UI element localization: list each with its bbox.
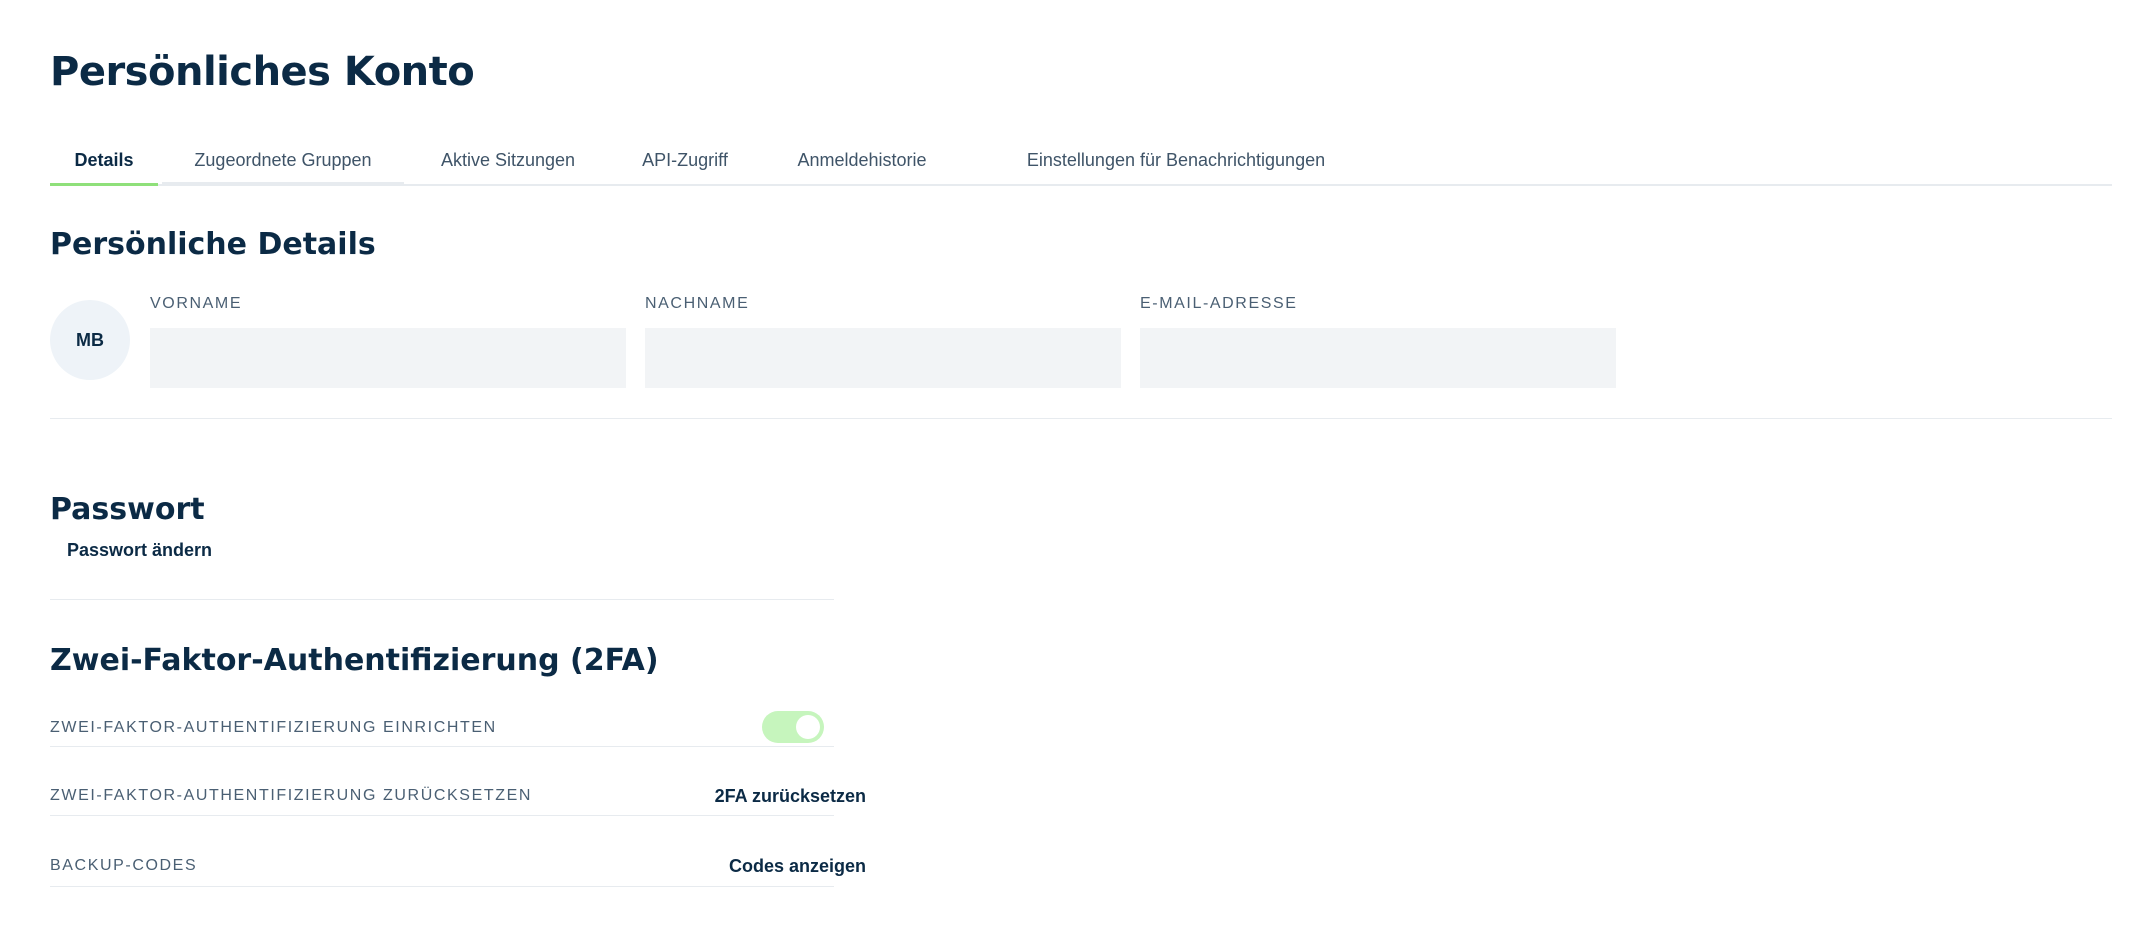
page-title: Persönliches Konto bbox=[50, 49, 475, 95]
reset-2fa-label: ZWEI-FAKTOR-AUTHENTIFIZIERUNG ZURÜCKSETZ… bbox=[50, 787, 533, 804]
password-title: Passwort bbox=[50, 492, 205, 527]
avatar-initials: MB bbox=[76, 329, 104, 350]
toggle-knob bbox=[796, 715, 820, 739]
section-divider bbox=[50, 599, 834, 600]
tab-bar: Details Zugeordnete Gruppen Aktive Sitzu… bbox=[50, 136, 2112, 186]
last-name-label: NACHNAME bbox=[645, 295, 750, 312]
account-page: Persönliches Konto Details Zugeordnete G… bbox=[50, 0, 2112, 939]
tab-api-access[interactable]: API-Zugriff bbox=[612, 136, 758, 186]
setup-2fa-label: ZWEI-FAKTOR-AUTHENTIFIZIERUNG EINRICHTEN bbox=[50, 719, 497, 736]
tab-login-history[interactable]: Anmeldehistorie bbox=[762, 136, 962, 186]
change-password-button[interactable]: Passwort ändern bbox=[67, 538, 212, 562]
show-codes-button[interactable]: Codes anzeigen bbox=[729, 854, 866, 878]
row-divider bbox=[50, 886, 834, 887]
tab-active-sessions[interactable]: Aktive Sitzungen bbox=[408, 136, 608, 186]
email-label: E-MAIL-ADRESSE bbox=[1140, 295, 1298, 312]
first-name-label: VORNAME bbox=[150, 295, 243, 312]
reset-2fa-button[interactable]: 2FA zurücksetzen bbox=[715, 784, 866, 808]
last-name-field: NACHNAME bbox=[645, 294, 1121, 388]
personal-details-title: Persönliche Details bbox=[50, 227, 376, 262]
avatar: MB bbox=[50, 300, 130, 380]
section-divider bbox=[50, 418, 2112, 419]
tab-assigned-groups[interactable]: Zugeordnete Gruppen bbox=[162, 136, 404, 186]
backup-codes-label: BACKUP-CODES bbox=[50, 857, 198, 874]
tab-details[interactable]: Details bbox=[50, 136, 158, 186]
email-field: E-MAIL-ADRESSE bbox=[1140, 294, 1616, 388]
row-divider bbox=[50, 815, 834, 816]
email-input[interactable] bbox=[1140, 328, 1616, 388]
first-name-field: VORNAME bbox=[150, 294, 626, 388]
last-name-input[interactable] bbox=[645, 328, 1121, 388]
tab-notification-settings[interactable]: Einstellungen für Benachrichtigungen bbox=[966, 136, 1386, 186]
first-name-input[interactable] bbox=[150, 328, 626, 388]
row-divider bbox=[50, 746, 834, 747]
setup-2fa-toggle[interactable] bbox=[762, 711, 824, 743]
two-factor-title: Zwei-Faktor-Authentifizierung (2FA) bbox=[50, 643, 659, 678]
